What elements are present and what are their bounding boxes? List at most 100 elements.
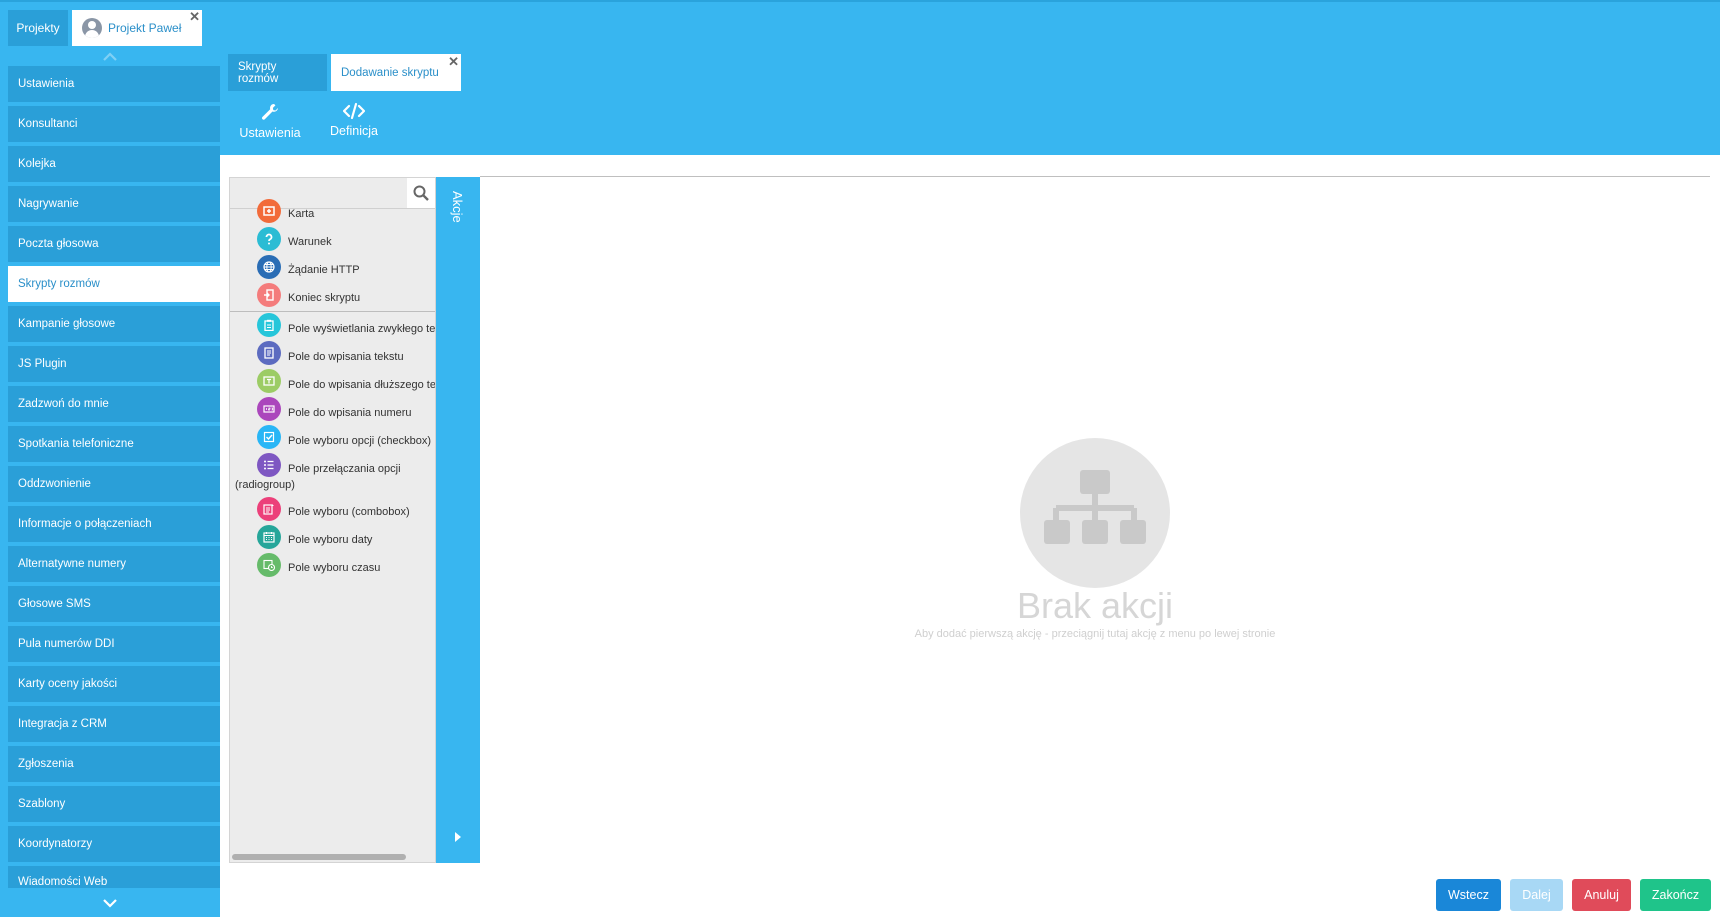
action-time-field[interactable]: Pole wyboru czasu: [230, 553, 435, 581]
action-long-text-field[interactable]: Pole do wpisania dłuższego tekstu: [230, 369, 435, 397]
sidebar-item-js-plugin[interactable]: JS Plugin: [8, 346, 220, 382]
actions-divider: [230, 311, 435, 312]
action-combobox-field[interactable]: Pole wyboru (combobox): [230, 497, 435, 525]
action-label: Pole wyboru (combobox): [288, 506, 410, 518]
action-label: Pole wyboru czasu: [288, 562, 381, 574]
sidebar-item-label: Ustawienia: [18, 78, 75, 90]
action-text-input-field[interactable]: Pole do wpisania tekstu: [230, 341, 435, 369]
action-label: Koniec skryptu: [288, 292, 361, 304]
sidebar-item-label: Konsultanci: [18, 118, 78, 130]
sidebar-item-queue[interactable]: Kolejka: [8, 146, 220, 182]
code-icon: [343, 102, 365, 120]
sidebar-item-label: Skrypty rozmów: [18, 278, 100, 290]
clock-icon: [257, 553, 281, 577]
sidebar-item-phone-meetings[interactable]: Spotkania telefoniczne: [8, 426, 220, 462]
horizontal-scrollbar[interactable]: [232, 854, 406, 860]
next-button[interactable]: Dalej: [1510, 879, 1563, 911]
sidebar-item-call-me[interactable]: Zadzwoń do mnie: [8, 386, 220, 422]
canvas-top-border: [480, 176, 1710, 177]
action-checkbox-field[interactable]: Pole wyboru opcji (checkbox): [230, 425, 435, 453]
tab-add-script[interactable]: Dodawanie skryptu ✕: [331, 54, 461, 91]
sidebar-item-label: Alternatywne numery: [18, 558, 127, 570]
sidebar-item-label: Informacje o połączeniach: [18, 518, 152, 530]
empty-state-hint: Aby dodać pierwszą akcję - przeciągnij t…: [914, 628, 1276, 640]
sidebar-item-label: Zadzwoń do mnie: [18, 398, 109, 410]
sidebar-item-tickets[interactable]: Zgłoszenia: [8, 746, 220, 782]
finish-button[interactable]: Zakończ: [1640, 879, 1711, 911]
settings-tool-button[interactable]: Ustawienia: [238, 102, 302, 140]
sidebar-item-alternative-numbers[interactable]: Alternatywne numery: [8, 546, 220, 582]
action-card[interactable]: Karta: [230, 199, 435, 227]
tab-add-script-label: Dodawanie skryptu: [341, 66, 439, 79]
tab-projects-label: Projekty: [16, 21, 60, 35]
definition-tool-button[interactable]: Definicja: [326, 102, 382, 138]
action-plain-text-field[interactable]: Pole wyświetlania zwykłego tekstu: [230, 313, 435, 341]
action-number-field[interactable]: Pole do wpisania numeru: [230, 397, 435, 425]
sidebar: Ustawienia Konsultanci Kolejka Nagrywani…: [0, 48, 220, 917]
empty-state-title: Brak akcji: [1016, 585, 1174, 626]
number-icon: [257, 397, 281, 421]
action-label: Pole wyboru opcji (checkbox): [288, 435, 432, 447]
sidebar-item-voicemail[interactable]: Poczta głosowa: [8, 226, 220, 262]
sidebar-item-ddi-pool[interactable]: Pula numerów DDI: [8, 626, 220, 662]
sidebar-item-label: Kampanie głosowe: [18, 318, 116, 330]
close-icon[interactable]: ✕: [189, 10, 200, 23]
definition-tool-label: Definicja: [330, 124, 378, 138]
action-condition[interactable]: Warunek: [230, 227, 435, 255]
action-radiogroup-field[interactable]: Pole przełączania opcji (radiogroup): [230, 453, 435, 497]
sidebar-item-coordinators[interactable]: Koordynatorzy: [8, 826, 220, 862]
sidebar-item-crm-integration[interactable]: Integracja z CRM: [8, 706, 220, 742]
sidebar-item-voice-campaigns[interactable]: Kampanie głosowe: [8, 306, 220, 342]
sidebar-item-label: Koordynatorzy: [18, 838, 93, 850]
avatar-icon: [82, 18, 102, 38]
calendar-icon: [257, 525, 281, 549]
action-label: Pole do wpisania tekstu: [288, 351, 404, 363]
actions-panel: Karta Warunek Żądanie HTTP Koniec skrypt…: [229, 177, 436, 863]
sidebar-item-recording[interactable]: Nagrywanie: [8, 186, 220, 222]
top-bar: Projekty Projekt Paweł ✕ Skrypty rozmów …: [0, 0, 1720, 155]
sidebar-item-label: Poczta głosowa: [18, 238, 99, 250]
tab-project-pawel[interactable]: Projekt Paweł ✕: [72, 10, 202, 46]
action-date-field[interactable]: Pole wyboru daty: [230, 525, 435, 553]
sidebar-scroll-down[interactable]: [0, 896, 220, 910]
tab-call-scripts-label: Skrypty rozmów: [238, 60, 279, 85]
tab-project-label: Projekt Paweł: [108, 21, 182, 35]
tab-call-scripts[interactable]: Skrypty rozmów: [228, 54, 327, 91]
exit-icon: [257, 283, 281, 307]
sidebar-item-label: Wiadomości Web: [18, 876, 108, 888]
sidebar-item-label: Karty oceny jakości: [18, 678, 118, 690]
back-button[interactable]: Wstecz: [1436, 879, 1501, 911]
wrench-icon: [262, 104, 278, 120]
action-http-request[interactable]: Żądanie HTTP: [230, 255, 435, 283]
tab-projects[interactable]: Projekty: [8, 10, 68, 46]
actions-side-strip[interactable]: Akcje: [436, 177, 480, 863]
action-label: Pole do wpisania numeru: [288, 407, 412, 419]
action-label: Karta: [288, 208, 315, 220]
settings-tool-label: Ustawienia: [239, 126, 301, 140]
sidebar-item-label: Zgłoszenia: [18, 758, 74, 770]
sidebar-item-web-messages[interactable]: Wiadomości Web: [8, 866, 220, 888]
sidebar-item-callback[interactable]: Oddzwonienie: [8, 466, 220, 502]
sidebar-item-consultants[interactable]: Konsultanci: [8, 106, 220, 142]
sidebar-scroll-up[interactable]: [0, 50, 220, 64]
action-label: Warunek: [288, 236, 332, 248]
action-script-end[interactable]: Koniec skryptu: [230, 283, 435, 311]
sidebar-item-templates[interactable]: Szablony: [8, 786, 220, 822]
sidebar-item-label: Kolejka: [18, 158, 56, 170]
chevron-up-icon: [103, 52, 117, 61]
close-icon[interactable]: ✕: [448, 55, 459, 68]
cancel-button[interactable]: Anuluj: [1572, 879, 1631, 911]
action-label: Pole przełączania opcji: [288, 463, 401, 475]
caret-right-icon[interactable]: [454, 832, 462, 842]
sidebar-item-label: Oddzwonienie: [18, 478, 91, 490]
sidebar-item-settings[interactable]: Ustawienia: [8, 66, 220, 102]
action-label: Żądanie HTTP: [288, 264, 360, 276]
action-label: Pole do wpisania dłuższego tekstu: [288, 379, 435, 391]
chevron-down-icon: [103, 899, 117, 908]
sidebar-item-call-info[interactable]: Informacje o połączeniach: [8, 506, 220, 542]
sidebar-item-label: Głosowe SMS: [18, 598, 91, 610]
sidebar-item-voice-sms[interactable]: Głosowe SMS: [8, 586, 220, 622]
sidebar-item-quality-cards[interactable]: Karty oceny jakości: [8, 666, 220, 702]
sidebar-item-call-scripts[interactable]: Skrypty rozmów: [8, 266, 220, 302]
globe-icon: [257, 255, 281, 279]
